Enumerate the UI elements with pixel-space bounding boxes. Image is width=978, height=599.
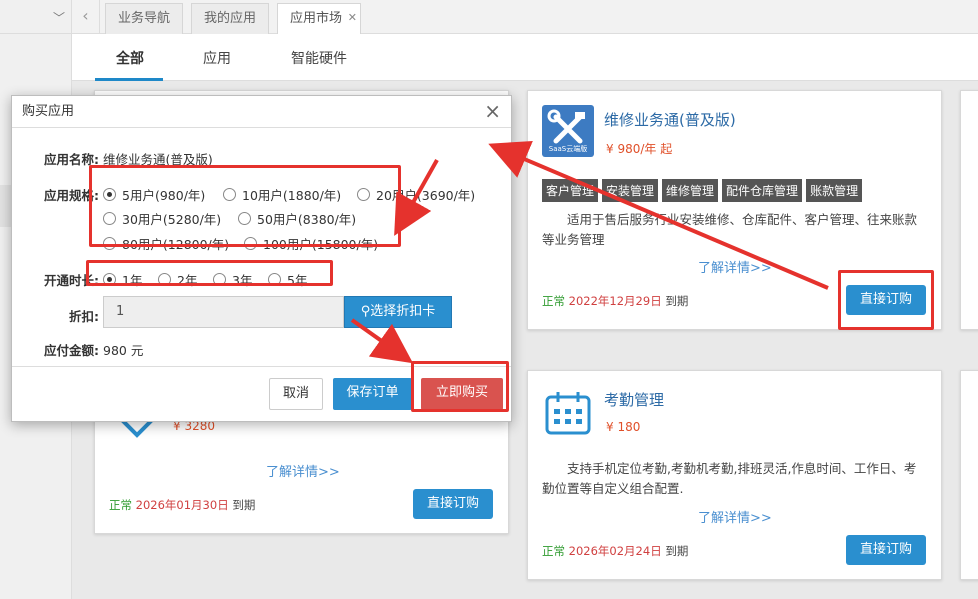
dialog-title: 购买应用 <box>12 96 511 128</box>
tag: 维修管理 <box>662 179 719 202</box>
close-icon[interactable]: × <box>484 100 501 122</box>
tag-list: 客户管理 安装管理 维修管理 配件仓库管理 账款管理 <box>542 179 863 202</box>
close-icon[interactable]: ✕ <box>348 3 357 32</box>
order-button[interactable]: 直接订购 <box>413 489 493 519</box>
app-card-partial <box>960 90 978 330</box>
cancel-button[interactable]: 取消 <box>269 378 323 410</box>
annotation-box-buy-now <box>411 361 509 412</box>
app-card-attendance: 考勤管理 ¥ 180 支持手机定位考勤,考勤机考勤,排班灵活,作息时间、工作日、… <box>527 370 942 580</box>
app-name[interactable]: 考勤管理 <box>604 389 664 410</box>
tab-my-apps[interactable]: 我的应用 <box>191 3 270 34</box>
sidebar-header[interactable]: ﹀ <box>0 0 71 34</box>
subscription-status: 正常 2026年02月24日 到期 <box>542 544 689 558</box>
app-description: 适用于售后服务行业安装维修、仓库配件、客户管理、往来账款等业务管理 <box>542 212 918 247</box>
chevron-left-icon[interactable]: ‹ <box>72 0 100 34</box>
save-order-button[interactable]: 保存订单 <box>333 378 412 410</box>
annotation-box-order <box>838 270 934 330</box>
details-link[interactable]: 了解详情>> <box>698 257 772 276</box>
select-discount-card-button[interactable]: ⚲选择折扣卡 <box>344 296 452 328</box>
search-icon: ⚲ <box>360 304 371 319</box>
subtab-hardware[interactable]: 智能硬件 <box>291 48 347 68</box>
chevron-down-icon[interactable]: ﹀ <box>53 9 65 26</box>
tag: 账款管理 <box>806 179 863 202</box>
calendar-icon <box>544 389 592 441</box>
category-tabs: 全部 应用 智能硬件 <box>72 34 978 81</box>
app-description: 支持手机定位考勤,考勤机考勤,排班灵活,作息时间、工作日、考勤位置等自定义组合配… <box>542 461 917 496</box>
app-price: ¥ 180 <box>606 420 641 434</box>
tab-business-nav[interactable]: 业务导航 <box>105 3 184 34</box>
app-name[interactable]: 维修业务通(普及版) <box>604 109 736 130</box>
subscription-status: 正常 2022年12月29日 到期 <box>542 294 689 308</box>
subscription-status: 正常 2026年01月30日 到期 <box>109 498 256 512</box>
amount-label: 应付金额: <box>44 343 99 358</box>
app-price: ¥ 980/年 起 <box>606 142 673 156</box>
repair-tools-icon: SaaS云端版 <box>542 105 594 157</box>
subtab-all[interactable]: 全部 <box>116 48 144 68</box>
app-card-partial-2 <box>960 370 978 580</box>
discount-input[interactable]: 1 <box>103 296 344 328</box>
discount-label: 折扣: <box>69 309 99 324</box>
tab-bar: ‹ 业务导航 我的应用 应用市场 ✕ <box>72 0 978 34</box>
amount-value: 980 元 <box>103 343 144 358</box>
tag: 安装管理 <box>602 179 659 202</box>
annotation-box-spec <box>89 165 401 247</box>
active-tab-indicator <box>95 78 163 81</box>
details-link[interactable]: 了解详情>> <box>698 507 772 526</box>
details-link[interactable]: 了解详情>> <box>266 461 340 480</box>
tag: 客户管理 <box>542 179 599 202</box>
tab-app-market[interactable]: 应用市场 ✕ <box>277 3 362 34</box>
tag: 配件仓库管理 <box>722 179 803 202</box>
order-button[interactable]: 直接订购 <box>846 535 926 565</box>
subtab-apps[interactable]: 应用 <box>203 48 231 68</box>
annotation-box-duration <box>86 260 333 286</box>
